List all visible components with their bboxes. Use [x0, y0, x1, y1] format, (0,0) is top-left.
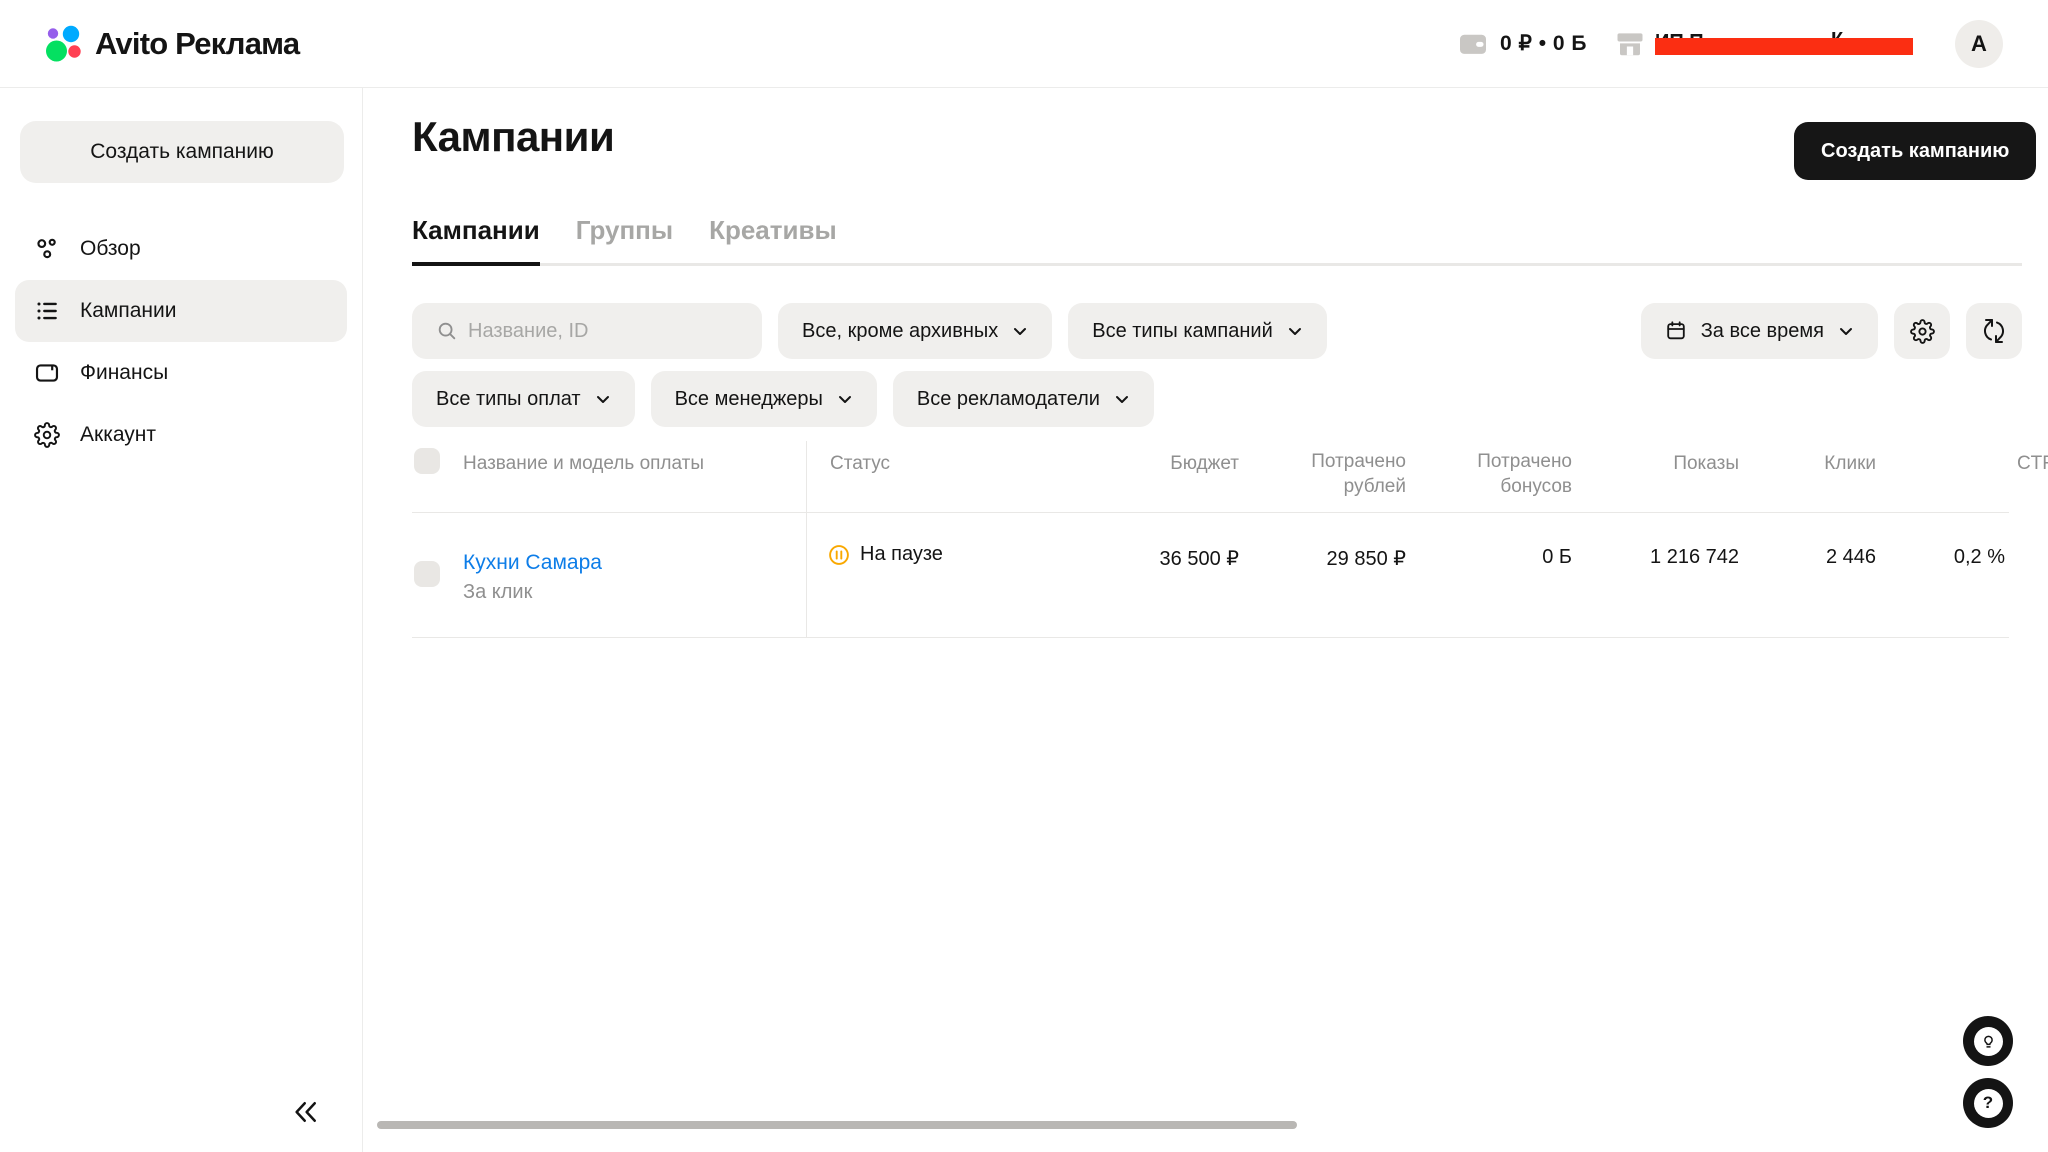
- cell-ctr: 0,2 %: [1875, 546, 2005, 569]
- column-header-status: Статус: [830, 451, 890, 476]
- status-badge: На паузе: [828, 543, 943, 566]
- column-header-clicks: Клики: [1746, 451, 1876, 476]
- managers-label: Все менеджеры: [675, 388, 823, 411]
- list-icon: [34, 298, 60, 324]
- chevron-down-icon: [1012, 323, 1028, 339]
- managers-dropdown[interactable]: Все менеджеры: [651, 371, 877, 427]
- chevron-down-icon: [1114, 391, 1130, 407]
- refresh-button[interactable]: [1966, 303, 2022, 359]
- cell-clicks: 2 446: [1746, 546, 1876, 569]
- filters-row-1: Все, кроме архивных Все типы кампаний За…: [412, 303, 2022, 359]
- search-icon: [436, 320, 458, 342]
- balance-text: 0 ₽ • 0 Б: [1500, 31, 1587, 56]
- chevrons-left-icon: [291, 1097, 321, 1127]
- select-all-checkbox[interactable]: [414, 448, 440, 474]
- column-header-ctr: CTR: [1926, 451, 2048, 476]
- refresh-icon: [1982, 319, 2006, 343]
- horizontal-scrollbar[interactable]: [377, 1121, 1297, 1129]
- chevron-down-icon: [837, 391, 853, 407]
- wallet-icon: [1458, 31, 1488, 57]
- wallet-outline-icon: [34, 360, 60, 386]
- sidebar-item-label: Обзор: [80, 237, 141, 261]
- archive-filter-label: Все, кроме архивных: [802, 320, 998, 343]
- overview-icon: [34, 236, 60, 262]
- column-divider: [806, 441, 807, 637]
- tabs: Кампании Группы Креативы: [412, 215, 2022, 266]
- sidebar-item-campaigns[interactable]: Кампании: [15, 280, 347, 342]
- column-header-impressions: Показы: [1609, 451, 1739, 476]
- status-text: На паузе: [860, 543, 943, 566]
- calendar-icon: [1665, 320, 1687, 342]
- redaction-bar: [1655, 38, 1913, 55]
- company-name-redacted: ИП П К: [1655, 28, 1913, 60]
- page-title: Кампании: [412, 113, 614, 161]
- hints-fab[interactable]: [1963, 1016, 2013, 1066]
- cell-spent-rub: 29 850 ₽: [1276, 546, 1406, 571]
- advertisers-dropdown[interactable]: Все рекламодатели: [893, 371, 1154, 427]
- sidebar-item-label: Аккаунт: [80, 423, 156, 447]
- avito-logo[interactable]: Avito Реклама: [45, 24, 299, 64]
- date-range-label: За все время: [1701, 320, 1824, 343]
- row-separator: [412, 637, 2009, 638]
- archive-filter-dropdown[interactable]: Все, кроме архивных: [778, 303, 1052, 359]
- table-settings-button[interactable]: [1894, 303, 1950, 359]
- payment-type-dropdown[interactable]: Все типы оплат: [412, 371, 635, 427]
- column-header-budget: Бюджет: [1109, 451, 1239, 476]
- avito-ads-campaigns-page: { "brand": { "name": "Avito Реклама" }, …: [0, 0, 2048, 1152]
- sidebar: Создать кампанию Обзор Кампании: [0, 88, 363, 1152]
- date-range-dropdown[interactable]: За все время: [1641, 303, 1878, 359]
- create-campaign-button-sidebar[interactable]: Создать кампанию: [20, 121, 344, 183]
- column-header-name: Название и модель оплаты: [463, 451, 704, 476]
- search-field[interactable]: [412, 303, 762, 359]
- search-input[interactable]: [468, 320, 738, 343]
- sidebar-nav: Обзор Кампании Финансы: [15, 218, 347, 466]
- sidebar-item-label: Финансы: [80, 361, 168, 385]
- help-fab[interactable]: ?: [1963, 1078, 2013, 1128]
- company-selector[interactable]: ИП П К: [1615, 28, 1913, 60]
- cell-budget: 36 500 ₽: [1109, 546, 1239, 571]
- tab-creatives[interactable]: Креативы: [709, 215, 837, 263]
- sidebar-item-label: Кампании: [80, 299, 176, 323]
- create-campaign-button[interactable]: Создать кампанию: [1794, 122, 2036, 180]
- question-icon: ?: [1974, 1089, 2003, 1118]
- topbar-right: 0 ₽ • 0 Б ИП П К A: [1458, 20, 2003, 68]
- header-separator: [412, 512, 2009, 513]
- campaign-type-label: Все типы кампаний: [1092, 320, 1273, 343]
- gear-icon: [34, 422, 60, 448]
- topbar: Avito Реклама 0 ₽ • 0 Б ИП П К: [0, 0, 2048, 88]
- chevron-down-icon: [595, 391, 611, 407]
- sidebar-item-account[interactable]: Аккаунт: [15, 404, 347, 466]
- gear-icon: [1910, 319, 1935, 344]
- avatar[interactable]: A: [1955, 20, 2003, 68]
- brand-name: Avito Реклама: [95, 26, 299, 62]
- sidebar-item-finance[interactable]: Финансы: [15, 342, 347, 404]
- cell-impressions: 1 216 742: [1609, 546, 1739, 569]
- tab-campaigns[interactable]: Кампании: [412, 215, 540, 266]
- filters-row-2: Все типы оплат Все менеджеры Все рекламо…: [412, 371, 1154, 427]
- avito-logo-mark-icon: [45, 24, 85, 64]
- chevron-down-icon: [1838, 323, 1854, 339]
- sidebar-item-overview[interactable]: Обзор: [15, 218, 347, 280]
- row-checkbox[interactable]: [414, 561, 440, 587]
- column-header-spent-bonus: Потрачено бонусов: [1442, 449, 1572, 499]
- avatar-initial: A: [1971, 31, 1987, 57]
- payment-type-label: Все типы оплат: [436, 388, 581, 411]
- chevron-down-icon: [1287, 323, 1303, 339]
- campaign-type-dropdown[interactable]: Все типы кампаний: [1068, 303, 1327, 359]
- collapse-sidebar-button[interactable]: [287, 1093, 325, 1131]
- campaign-name-link[interactable]: Кухни Самара: [463, 551, 602, 575]
- lightbulb-icon: [1974, 1027, 2003, 1056]
- cell-spent-bonus: 0 Б: [1442, 546, 1572, 569]
- pause-icon: [828, 544, 850, 566]
- storefront-icon: [1615, 30, 1645, 58]
- balance-indicator[interactable]: 0 ₽ • 0 Б: [1458, 31, 1587, 57]
- payment-model: За клик: [463, 581, 532, 604]
- tab-groups[interactable]: Группы: [576, 215, 673, 263]
- column-header-spent-rub: Потрачено рублей: [1276, 449, 1406, 499]
- advertisers-label: Все рекламодатели: [917, 388, 1100, 411]
